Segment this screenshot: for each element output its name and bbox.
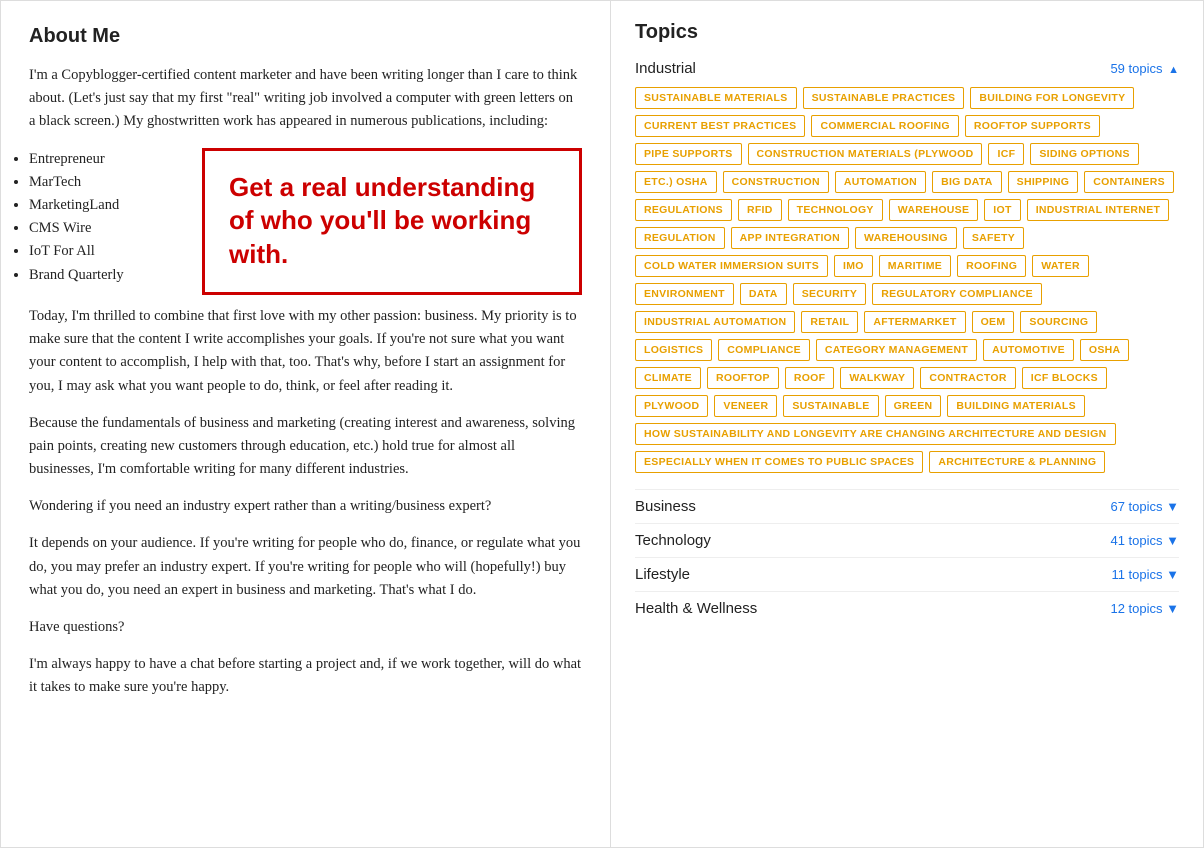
tag-veneer[interactable]: VENEER bbox=[714, 395, 777, 417]
tag-industrial-internet[interactable]: INDUSTRIAL INTERNET bbox=[1027, 199, 1170, 221]
health-wellness-section: Health & Wellness 12 topics ▼ bbox=[635, 591, 1179, 625]
tag-automation[interactable]: AUTOMATION bbox=[835, 171, 926, 193]
tag-warehouse[interactable]: WAREHOUSE bbox=[889, 199, 979, 221]
health-wellness-section-name: Health & Wellness bbox=[635, 600, 757, 617]
tag-siding-options[interactable]: SIDING OPTIONS bbox=[1030, 143, 1139, 165]
tag-rooftop-supports[interactable]: ROOFTOP SUPPORTS bbox=[965, 115, 1100, 137]
tag-imo[interactable]: IMO bbox=[834, 255, 873, 277]
business-section: Business 67 topics ▼ bbox=[635, 489, 1179, 523]
tag-icf-blocks[interactable]: ICF BLOCKS bbox=[1022, 367, 1107, 389]
chevron-down-icon: ▼ bbox=[1166, 533, 1179, 548]
tag-regulation[interactable]: REGULATION bbox=[635, 227, 725, 249]
tag-sustainability-longevity[interactable]: HOW SUSTAINABILITY AND LONGEVITY ARE CHA… bbox=[635, 423, 1116, 445]
business-count[interactable]: 67 topics ▼ bbox=[1110, 499, 1179, 514]
tag-regulatory-compliance[interactable]: REGULATORY COMPLIANCE bbox=[872, 283, 1042, 305]
tag-regulations[interactable]: REGULATIONS bbox=[635, 199, 732, 221]
tag-water[interactable]: WATER bbox=[1032, 255, 1089, 277]
tag-iot[interactable]: IOT bbox=[984, 199, 1020, 221]
lifestyle-count[interactable]: 11 topics ▼ bbox=[1111, 567, 1179, 582]
tag-roofing[interactable]: ROOFING bbox=[957, 255, 1026, 277]
tag-logistics[interactable]: LOGISTICS bbox=[635, 339, 712, 361]
lifestyle-section: Lifestyle 11 topics ▼ bbox=[635, 557, 1179, 591]
tag-building-materials[interactable]: BUILDING MATERIALS bbox=[947, 395, 1085, 417]
about-paragraph-3: Because the fundamentals of business and… bbox=[29, 412, 582, 482]
tag-sustainable[interactable]: SUSTAINABLE bbox=[783, 395, 878, 417]
tag-containers[interactable]: CONTAINERS bbox=[1084, 171, 1174, 193]
tag-compliance[interactable]: COMPLIANCE bbox=[718, 339, 810, 361]
tag-sustainable-materials[interactable]: SUSTAINABLE MATERIALS bbox=[635, 87, 797, 109]
about-paragraph-5: It depends on your audience. If you're w… bbox=[29, 532, 582, 602]
chevron-down-icon: ▼ bbox=[1166, 601, 1179, 616]
tag-oem[interactable]: OEM bbox=[972, 311, 1015, 333]
tag-rfid[interactable]: RFID bbox=[738, 199, 782, 221]
highlight-text: Get a real understanding of who you'll b… bbox=[229, 171, 555, 272]
tag-industrial-automation[interactable]: INDUSTRIAL AUTOMATION bbox=[635, 311, 795, 333]
industrial-tags: SUSTAINABLE MATERIALS SUSTAINABLE PRACTI… bbox=[635, 87, 1179, 473]
industrial-section: Industrial 59 topics ▲ SUSTAINABLE MATER… bbox=[635, 60, 1179, 473]
tag-big-data[interactable]: BIG DATA bbox=[932, 171, 1002, 193]
tag-safety[interactable]: SAFETY bbox=[963, 227, 1024, 249]
tag-data[interactable]: DATA bbox=[740, 283, 787, 305]
tag-pipe-supports[interactable]: PIPE SUPPORTS bbox=[635, 143, 742, 165]
tag-commercial-roofing[interactable]: COMMERCIAL ROOFING bbox=[811, 115, 958, 137]
tag-app-integration[interactable]: APP INTEGRATION bbox=[731, 227, 849, 249]
tag-environment[interactable]: ENVIRONMENT bbox=[635, 283, 734, 305]
industrial-section-header: Industrial 59 topics ▲ bbox=[635, 60, 1179, 77]
highlight-box: Get a real understanding of who you'll b… bbox=[202, 148, 582, 295]
chevron-down-icon: ▼ bbox=[1166, 567, 1179, 582]
tag-public-spaces[interactable]: ESPECIALLY WHEN IT COMES TO PUBLIC SPACE… bbox=[635, 451, 923, 473]
technology-section: Technology 41 topics ▼ bbox=[635, 523, 1179, 557]
tag-roof[interactable]: ROOF bbox=[785, 367, 835, 389]
about-title: About Me bbox=[29, 25, 582, 48]
tag-construction[interactable]: CONSTRUCTION bbox=[723, 171, 829, 193]
about-paragraph-7: I'm always happy to have a chat before s… bbox=[29, 653, 582, 699]
tag-shipping[interactable]: SHIPPING bbox=[1008, 171, 1079, 193]
tag-architecture-planning[interactable]: ARCHITECTURE & PLANNING bbox=[929, 451, 1105, 473]
tag-walkway[interactable]: WALKWAY bbox=[840, 367, 914, 389]
tag-aftermarket[interactable]: AFTERMARKET bbox=[864, 311, 965, 333]
health-wellness-count[interactable]: 12 topics ▼ bbox=[1110, 601, 1179, 616]
tag-category-management[interactable]: CATEGORY MANAGEMENT bbox=[816, 339, 977, 361]
industrial-count[interactable]: 59 topics ▲ bbox=[1110, 61, 1179, 76]
about-paragraph-2: Today, I'm thrilled to combine that firs… bbox=[29, 305, 582, 398]
lifestyle-section-name: Lifestyle bbox=[635, 566, 690, 583]
about-panel: About Me I'm a Copyblogger-certified con… bbox=[1, 1, 611, 847]
tag-climate[interactable]: CLIMATE bbox=[635, 367, 701, 389]
technology-section-name: Technology bbox=[635, 532, 711, 549]
tag-contractor[interactable]: CONTRACTOR bbox=[920, 367, 1015, 389]
tag-sourcing[interactable]: SOURCING bbox=[1020, 311, 1097, 333]
tag-green[interactable]: GREEN bbox=[885, 395, 942, 417]
chevron-up-icon: ▲ bbox=[1168, 64, 1179, 76]
business-section-name: Business bbox=[635, 498, 696, 515]
industrial-section-name: Industrial bbox=[635, 60, 696, 77]
chevron-down-icon: ▼ bbox=[1166, 499, 1179, 514]
tag-maritime[interactable]: MARITIME bbox=[879, 255, 951, 277]
topics-panel: Topics Industrial 59 topics ▲ SUSTAINABL… bbox=[611, 1, 1203, 847]
tag-current-best-practices[interactable]: CURRENT BEST PRACTICES bbox=[635, 115, 805, 137]
tag-plywood[interactable]: PLYWOOD bbox=[635, 395, 708, 417]
tag-osha[interactable]: OSHA bbox=[1080, 339, 1130, 361]
tag-etc-osha[interactable]: ETC.) OSHA bbox=[635, 171, 717, 193]
tag-retail[interactable]: RETAIL bbox=[801, 311, 858, 333]
topics-title: Topics bbox=[635, 21, 1179, 44]
about-paragraph-4: Wondering if you need an industry expert… bbox=[29, 495, 582, 518]
technology-count[interactable]: 41 topics ▼ bbox=[1110, 533, 1179, 548]
tag-automotive[interactable]: AUTOMOTIVE bbox=[983, 339, 1074, 361]
tag-building-for-longevity[interactable]: BUILDING FOR LONGEVITY bbox=[970, 87, 1134, 109]
tag-warehousing[interactable]: WAREHOUSING bbox=[855, 227, 957, 249]
tag-cold-water-immersion[interactable]: COLD WATER IMMERSION SUITS bbox=[635, 255, 828, 277]
tag-rooftop[interactable]: ROOFTOP bbox=[707, 367, 779, 389]
tag-construction-materials[interactable]: CONSTRUCTION MATERIALS (PLYWOOD bbox=[748, 143, 983, 165]
about-paragraph-1: I'm a Copyblogger-certified content mark… bbox=[29, 64, 582, 134]
tag-technology[interactable]: TECHNOLOGY bbox=[788, 199, 883, 221]
about-paragraph-6: Have questions? bbox=[29, 616, 582, 639]
tag-sustainable-practices[interactable]: SUSTAINABLE PRACTICES bbox=[803, 87, 965, 109]
tag-icf[interactable]: ICF bbox=[988, 143, 1024, 165]
tag-security[interactable]: SECURITY bbox=[793, 283, 867, 305]
